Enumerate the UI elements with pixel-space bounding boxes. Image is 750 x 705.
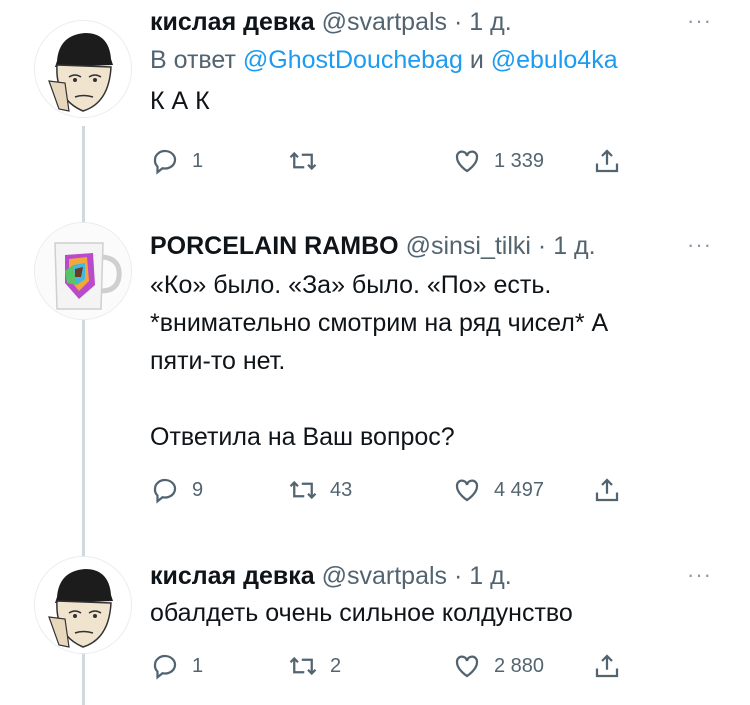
wojak-avatar-icon (35, 21, 131, 117)
heart-icon (455, 150, 479, 173)
tweet-header: кислая девка @svartpals · 1 д. (150, 6, 730, 38)
mug-avatar-icon (35, 223, 131, 319)
tweet[interactable]: кислая девка @svartpals · 1 д. ··· В отв… (150, 6, 730, 120)
avatar[interactable] (34, 20, 132, 118)
retweet-icon (289, 480, 317, 500)
share-button[interactable] (592, 651, 622, 681)
tweet[interactable]: PORCELAIN RAMBO @sinsi_tilki · 1 д. ··· … (150, 230, 730, 456)
separator-dot: · (454, 562, 463, 590)
avatar[interactable] (34, 556, 132, 654)
mention-link[interactable]: @GhostDouchebag (243, 46, 463, 74)
wojak-avatar-icon (35, 557, 131, 653)
avatar[interactable] (34, 222, 132, 320)
like-button[interactable]: 4 497 (452, 475, 544, 505)
tweet-text: «Ко» было. «За» было. «По» есть. *внимат… (150, 271, 609, 451)
more-options-icon[interactable]: ··· (687, 8, 712, 34)
reply-prefix: В ответ (150, 46, 236, 74)
retweet-count: 43 (330, 478, 353, 501)
like-button[interactable]: 2 880 (452, 651, 544, 681)
user-handle[interactable]: @svartpals (322, 8, 447, 36)
mention-link[interactable]: @ebulo4ka (491, 46, 618, 74)
reply-button[interactable]: 1 (150, 146, 203, 176)
separator-dot: · (454, 8, 463, 36)
like-button[interactable]: 1 339 (452, 146, 544, 176)
reply-count: 1 (192, 654, 204, 677)
retweet-button[interactable] (288, 146, 330, 176)
tweet-text: К А К (150, 87, 210, 115)
display-name[interactable]: кислая девка (150, 562, 315, 590)
share-icon (595, 478, 619, 502)
more-options-icon[interactable]: ··· (687, 562, 712, 588)
thread-line (82, 320, 85, 560)
reply-icon (153, 149, 177, 175)
retweet-icon (289, 151, 317, 171)
share-icon (595, 149, 619, 173)
more-options-icon[interactable]: ··· (687, 232, 712, 258)
tweet[interactable]: кислая девка @svartpals · 1 д. ··· обалд… (150, 560, 730, 632)
timestamp[interactable]: 1 д. (469, 562, 511, 590)
retweet-count: 2 (330, 654, 342, 677)
timestamp[interactable]: 1 д. (553, 232, 595, 260)
reply-count: 9 (192, 478, 204, 501)
reply-icon (153, 654, 177, 680)
timestamp[interactable]: 1 д. (469, 8, 511, 36)
tweet-actions: 9 43 4 497 (150, 470, 630, 510)
user-handle[interactable]: @svartpals (322, 562, 447, 590)
user-handle[interactable]: @sinsi_tilki (406, 232, 531, 260)
like-count: 4 497 (494, 478, 545, 501)
share-icon (595, 654, 619, 678)
tweet-actions: 1 1 339 (150, 141, 630, 181)
heart-icon (455, 479, 479, 502)
retweet-button[interactable]: 2 (288, 651, 341, 681)
share-button[interactable] (592, 475, 622, 505)
separator-dot: · (537, 232, 547, 260)
tweet-header: кислая девка @svartpals · 1 д. (150, 560, 730, 592)
display-name[interactable]: PORCELAIN RAMBO (150, 232, 399, 260)
reply-context: В ответ @GhostDouchebag и @ebulo4ka (150, 44, 730, 76)
reply-icon (153, 478, 177, 504)
share-button[interactable] (592, 146, 622, 176)
retweet-button[interactable]: 43 (288, 475, 352, 505)
tweet-text: обалдеть очень сильное колдунство (150, 599, 573, 627)
reply-button[interactable]: 9 (150, 475, 203, 505)
display-name[interactable]: кислая девка (150, 8, 315, 36)
reply-button[interactable]: 1 (150, 651, 203, 681)
reply-conjunction: и (469, 46, 484, 74)
tweet-actions: 1 2 2 880 (150, 646, 630, 686)
heart-icon (455, 655, 479, 678)
tweet-header: PORCELAIN RAMBO @sinsi_tilki · 1 д. (150, 230, 730, 262)
thread-line (82, 652, 85, 705)
reply-count: 1 (192, 149, 204, 172)
like-count: 1 339 (494, 149, 545, 172)
like-count: 2 880 (494, 654, 545, 677)
retweet-icon (289, 656, 317, 676)
